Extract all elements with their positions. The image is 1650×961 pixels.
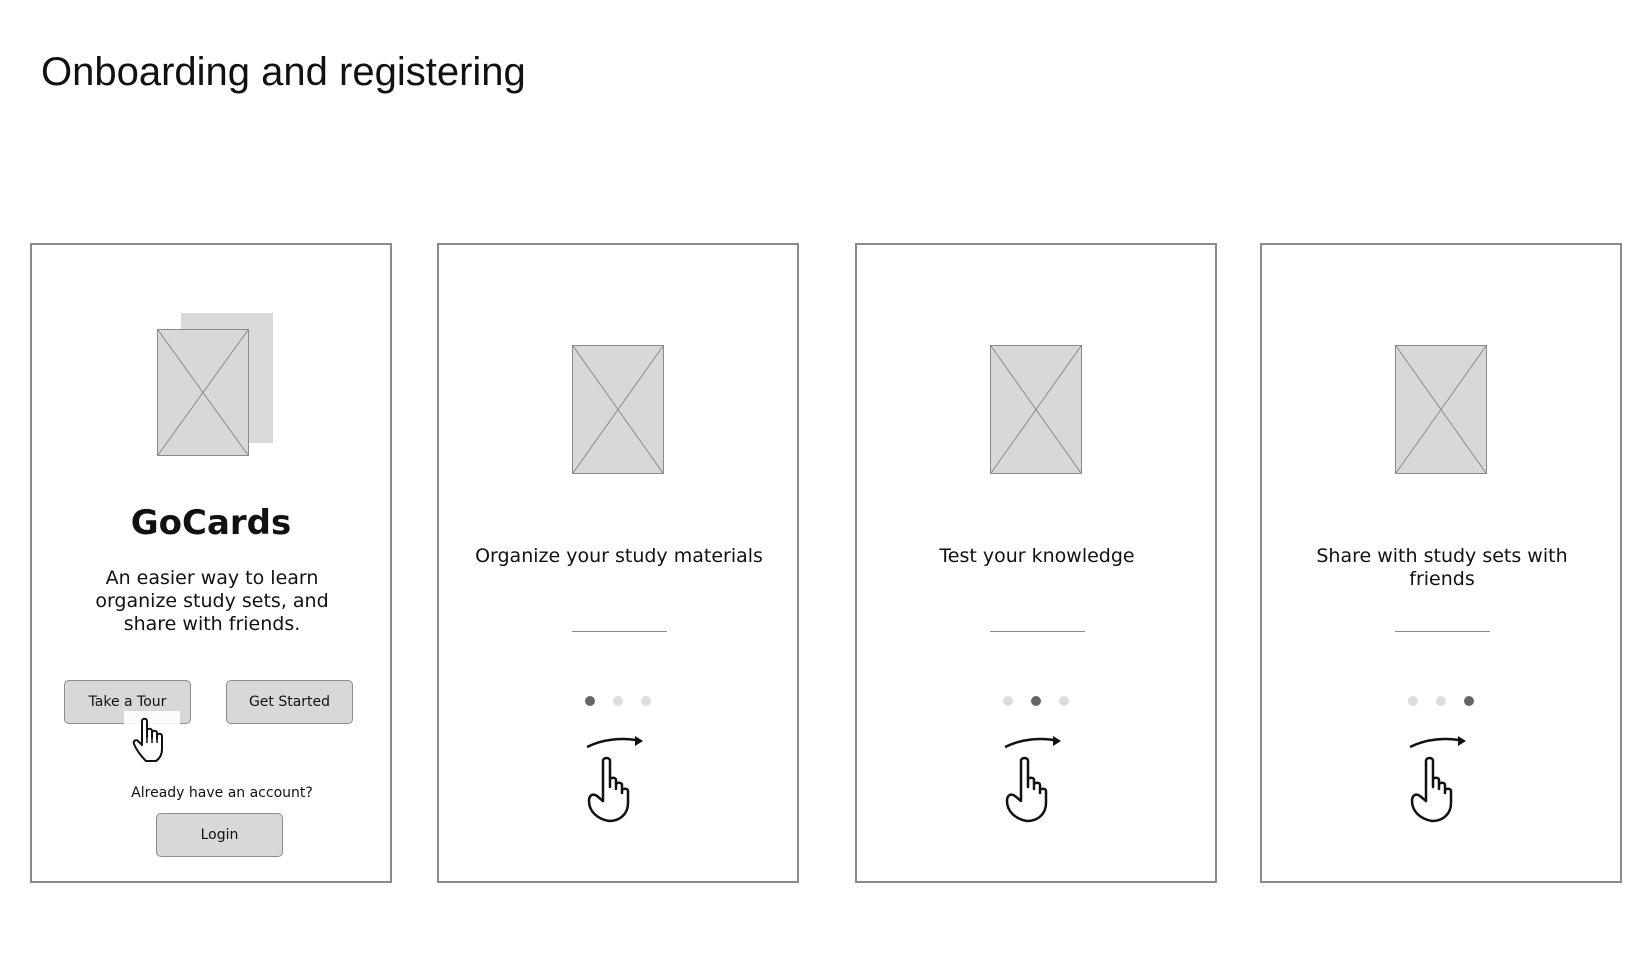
divider-line (572, 631, 667, 632)
page-indicator[interactable] (1262, 696, 1620, 708)
page-dot-active[interactable] (585, 696, 595, 706)
page-dot-active[interactable] (1464, 696, 1474, 706)
app-tagline: An easier way to learn organize study se… (95, 567, 329, 635)
page-dot[interactable] (1059, 696, 1069, 706)
swipe-gesture-icon (586, 736, 643, 823)
onboarding-screen-organize: Organize your study materials (437, 243, 799, 883)
feature-image-placeholder (1395, 345, 1487, 474)
already-have-account-text: Already have an account? (131, 785, 313, 801)
divider-line (990, 631, 1085, 632)
image-placeholder-icon (573, 346, 663, 473)
page-dot[interactable] (1408, 696, 1418, 706)
page-indicator[interactable] (439, 696, 797, 708)
divider-line (1395, 631, 1490, 632)
onboarding-caption: Share with study sets with friends (1316, 545, 1568, 590)
login-button[interactable]: Login (156, 813, 283, 857)
take-a-tour-button[interactable]: Take a Tour (64, 680, 191, 724)
page-dot[interactable] (613, 696, 623, 706)
feature-image-placeholder (572, 345, 664, 474)
swipe-gesture-icon (1004, 736, 1061, 823)
get-started-button[interactable]: Get Started (226, 680, 353, 724)
page-dot[interactable] (1003, 696, 1013, 706)
page-dot-active[interactable] (1031, 696, 1041, 706)
page-title: Onboarding and registering (41, 50, 526, 94)
page-dot[interactable] (1436, 696, 1446, 706)
welcome-screen: GoCards An easier way to learn organize … (30, 243, 392, 883)
onboarding-screen-share: Share with study sets with friends (1260, 243, 1622, 883)
image-placeholder-icon (1396, 346, 1486, 473)
image-placeholder-icon (158, 330, 248, 455)
page-dot[interactable] (641, 696, 651, 706)
feature-image-placeholder (990, 345, 1082, 474)
onboarding-caption: Test your knowledge (939, 545, 1135, 567)
app-logo-image-placeholder (157, 329, 249, 456)
onboarding-screen-test: Test your knowledge (855, 243, 1217, 883)
image-placeholder-icon (991, 346, 1081, 473)
page-indicator[interactable] (857, 696, 1215, 708)
app-name: GoCards (130, 503, 292, 543)
onboarding-caption: Organize your study materials (475, 545, 763, 567)
swipe-gesture-icon (1409, 736, 1466, 823)
